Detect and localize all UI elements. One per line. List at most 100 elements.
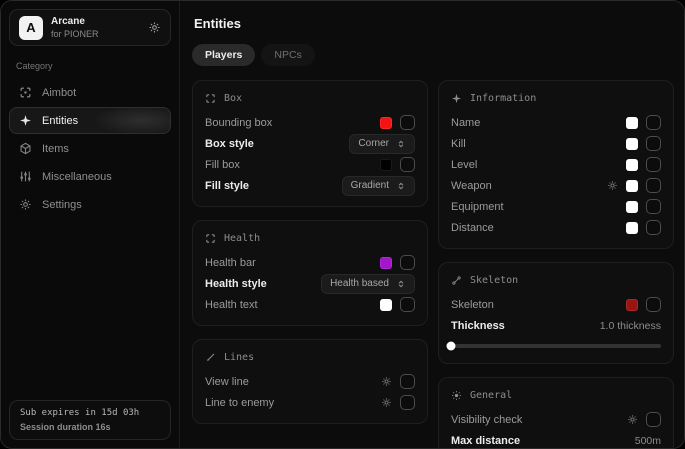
health-bar-checkbox[interactable]	[400, 255, 415, 270]
max-distance-label: Max distance	[451, 435, 520, 447]
tab-bar: Players NPCs	[192, 44, 674, 66]
sidebar-item-label: Settings	[42, 199, 82, 211]
information-card-title: Information	[470, 93, 536, 104]
gear-icon[interactable]	[381, 397, 392, 408]
cube-icon	[19, 142, 32, 155]
session-duration-text: Session duration 16s	[20, 422, 160, 432]
sliders-icon	[19, 170, 32, 183]
view-line-row: View line	[205, 371, 415, 392]
weapon-color-swatch[interactable]	[626, 180, 638, 192]
tab-players[interactable]: Players	[192, 44, 255, 66]
line-to-enemy-checkbox[interactable]	[400, 395, 415, 410]
unfold-icon	[396, 181, 406, 191]
box-card-header: Box	[205, 93, 415, 104]
lines-card: Lines View line Line to enemy	[192, 339, 428, 424]
gear-icon[interactable]	[381, 376, 392, 387]
fill-box-checkbox[interactable]	[400, 157, 415, 172]
unfold-icon	[396, 279, 406, 289]
name-row: Name	[451, 112, 661, 133]
health-style-row: Health style Health based	[205, 273, 415, 294]
fill-box-row: Fill box	[205, 154, 415, 175]
sidebar-item-label: Items	[42, 143, 69, 155]
lines-card-title: Lines	[224, 352, 254, 363]
app-logo: A	[19, 16, 43, 40]
line-to-enemy-label: Line to enemy	[205, 397, 274, 409]
right-column: Information Name Kill	[438, 80, 674, 448]
health-text-checkbox[interactable]	[400, 297, 415, 312]
kill-row: Kill	[451, 133, 661, 154]
visibility-check-label: Visibility check	[451, 414, 522, 426]
health-bar-color-swatch[interactable]	[380, 257, 392, 269]
view-line-label: View line	[205, 376, 249, 388]
sidebar-item-entities[interactable]: Entities	[9, 107, 171, 134]
fill-style-label: Fill style	[205, 180, 249, 192]
health-style-label: Health style	[205, 278, 267, 290]
thickness-slider[interactable]	[451, 344, 661, 348]
health-style-value: Health based	[330, 278, 389, 289]
distance-color-swatch[interactable]	[626, 222, 638, 234]
lines-card-header: Lines	[205, 352, 415, 363]
sidebar-item-label: Miscellaneous	[42, 171, 112, 183]
weapon-checkbox[interactable]	[646, 178, 661, 193]
health-card-header: Health	[205, 233, 415, 244]
name-color-swatch[interactable]	[626, 117, 638, 129]
visibility-check-checkbox[interactable]	[646, 412, 661, 427]
thickness-slider-handle[interactable]	[447, 342, 456, 351]
sidebar-item-label: Entities	[42, 115, 78, 127]
skeleton-checkbox[interactable]	[646, 297, 661, 312]
pencil-icon	[205, 352, 216, 363]
health-bar-row: Health bar	[205, 252, 415, 273]
distance-row: Distance	[451, 217, 661, 238]
max-distance-value: 500m	[635, 435, 661, 447]
equipment-color-swatch[interactable]	[626, 201, 638, 213]
health-style-dropdown[interactable]: Health based	[321, 274, 415, 294]
fill-box-color-swatch[interactable]	[380, 159, 392, 171]
general-card: General Visibility check Max distance 50…	[438, 377, 674, 448]
sparkle-icon	[451, 93, 462, 104]
skeleton-label: Skeleton	[451, 299, 494, 311]
kill-label: Kill	[451, 138, 466, 150]
box-style-row: Box style Corner	[205, 133, 415, 154]
gear-icon[interactable]	[607, 180, 618, 191]
name-checkbox[interactable]	[646, 115, 661, 130]
app-title: Arcane	[51, 16, 99, 28]
visibility-check-row: Visibility check	[451, 409, 661, 430]
box-style-dropdown[interactable]: Corner	[349, 134, 415, 154]
gear-icon[interactable]	[148, 21, 161, 34]
box-card-title: Box	[224, 93, 242, 104]
equipment-row: Equipment	[451, 196, 661, 217]
line-to-enemy-row: Line to enemy	[205, 392, 415, 413]
fill-style-dropdown[interactable]: Gradient	[342, 176, 415, 196]
level-checkbox[interactable]	[646, 157, 661, 172]
skeleton-color-swatch[interactable]	[626, 299, 638, 311]
bounding-box-checkbox[interactable]	[400, 115, 415, 130]
kill-color-swatch[interactable]	[626, 138, 638, 150]
view-line-checkbox[interactable]	[400, 374, 415, 389]
sidebar: A Arcane for PIONER Category Aimbot Enti…	[1, 1, 180, 448]
skeleton-row: Skeleton	[451, 294, 661, 315]
sidebar-item-settings[interactable]: Settings	[9, 191, 171, 218]
sub-expiry-text: Sub expires in 15d 03h	[20, 408, 160, 418]
information-card-header: Information	[451, 93, 661, 104]
bounding-box-color-swatch[interactable]	[380, 117, 392, 129]
distance-checkbox[interactable]	[646, 220, 661, 235]
weapon-row: Weapon	[451, 175, 661, 196]
kill-checkbox[interactable]	[646, 136, 661, 151]
level-color-swatch[interactable]	[626, 159, 638, 171]
sidebar-item-aimbot[interactable]: Aimbot	[9, 79, 171, 106]
crosshair-icon	[19, 86, 32, 99]
sidebar-item-items[interactable]: Items	[9, 135, 171, 162]
bone-icon	[451, 275, 462, 286]
tab-npcs[interactable]: NPCs	[261, 44, 314, 66]
settings-columns: Box Bounding box Box style Corne	[192, 80, 674, 448]
equipment-checkbox[interactable]	[646, 199, 661, 214]
name-label: Name	[451, 117, 480, 129]
health-text-color-swatch[interactable]	[380, 299, 392, 311]
sidebar-item-miscellaneous[interactable]: Miscellaneous	[9, 163, 171, 190]
weapon-label: Weapon	[451, 180, 492, 192]
general-card-title: General	[470, 390, 512, 401]
left-column: Box Bounding box Box style Corne	[192, 80, 428, 448]
gear-icon[interactable]	[627, 414, 638, 425]
distance-label: Distance	[451, 222, 494, 234]
fill-box-label: Fill box	[205, 159, 240, 171]
